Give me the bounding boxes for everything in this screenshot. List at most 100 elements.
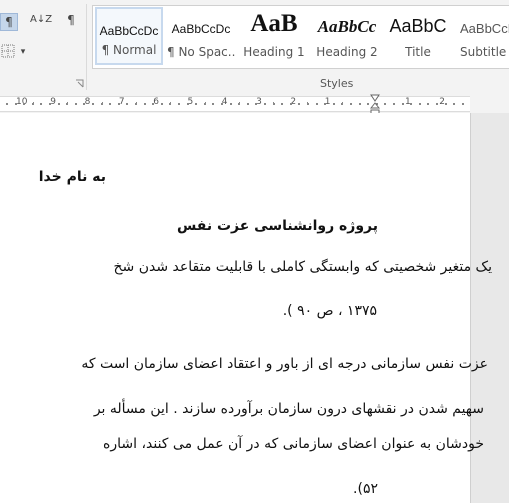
ruler-dot	[281, 103, 284, 105]
chevron-down-icon: ▾	[20, 47, 26, 57]
pilcrow-icon: ¶	[5, 15, 13, 29]
borders-icon	[1, 44, 15, 58]
styles-group-label: Styles	[320, 77, 354, 90]
ruler-dot	[255, 103, 258, 105]
ruler-number: 6	[153, 97, 159, 107]
ruler-dot	[401, 103, 404, 105]
ruler-dot	[169, 103, 172, 105]
paragraph-line: ۵۲).	[353, 481, 378, 497]
ruler-dot	[14, 103, 17, 105]
style-sample: AaBbCc	[317, 17, 377, 36]
ruler-dot	[126, 103, 129, 105]
paragraph-line: سهیم شدن در نقشهای درون سازمان برآورده س…	[93, 401, 484, 417]
style-sample: AaBbCcDc	[99, 24, 159, 38]
show-hide-marks-button[interactable]: ¶	[0, 13, 18, 31]
ruler-dot	[307, 103, 309, 105]
dialog-launcher-icon[interactable]	[75, 79, 84, 88]
style-no-spacing[interactable]: AaBbCcDc ¶ No Spac...	[167, 7, 235, 65]
ruler-dot	[212, 103, 215, 105]
borders-button[interactable]	[0, 44, 16, 60]
ruler-dot	[367, 103, 370, 105]
paragraph-line: عزت نفس سازمانی درجه ای از باور و اعتقاد…	[81, 356, 488, 372]
style-title[interactable]: AaBbC Title	[384, 7, 452, 65]
style-name: Heading 2	[316, 45, 378, 59]
ruler-dot	[178, 103, 180, 105]
ruler-dot	[461, 103, 464, 105]
style-name: ¶ No Spac...	[167, 45, 235, 59]
ruler-dot	[31, 103, 34, 105]
ruler-number: 4	[221, 97, 228, 107]
document-page[interactable]: به نام خدا پروژه روانشناسی عزت نفس یک مت…	[0, 113, 492, 503]
ruler-dot	[238, 103, 241, 105]
style-name: Subtitle	[460, 45, 507, 59]
ruler-dot	[289, 103, 292, 105]
ruler-number: 1	[405, 97, 411, 107]
ruler-number: 10	[16, 97, 28, 107]
ruler-dot	[350, 103, 352, 105]
ruler-dot	[57, 103, 60, 105]
style-heading-1[interactable]: AaB Heading 1	[239, 7, 309, 65]
ruler-dot	[203, 103, 206, 105]
ruler-dot	[332, 103, 335, 105]
ruler-dot	[195, 103, 198, 105]
style-name: Title	[405, 45, 431, 59]
paragraph-group: ¶ A↓Z ¶ ▾	[0, 0, 92, 92]
paragraph-line: ۱۳۷۵ ، ص ۹۰ ).	[282, 303, 377, 319]
ruler-dot	[384, 103, 387, 105]
paragraph-marks-button[interactable]: ¶	[64, 12, 78, 30]
ruler-dot	[135, 103, 137, 105]
ruler-dot	[272, 103, 275, 105]
ruler-number: 2	[439, 97, 446, 107]
ruler-number: 9	[50, 97, 57, 107]
ruler-dot	[92, 103, 94, 105]
ruler-dot	[264, 103, 266, 105]
ruler-number: 2	[290, 97, 297, 107]
style-sample: AaBbC	[389, 16, 447, 36]
ruler-number: 8	[84, 97, 91, 107]
ruler-dot	[221, 103, 223, 105]
ruler-dot	[229, 103, 232, 105]
ruler-dot	[358, 103, 361, 105]
ruler-dot	[160, 103, 163, 105]
ruler-dot	[74, 103, 77, 105]
ruler-dot	[6, 103, 8, 105]
ruler-dot	[143, 103, 146, 105]
style-normal[interactable]: AaBbCcDc ¶ Normal	[95, 7, 163, 65]
style-subtitle[interactable]: AaBbCcDc Subtitle	[454, 7, 509, 65]
ruler-dot	[341, 103, 344, 105]
styles-gallery: AaBbCcDc ¶ Normal AaBbCcDc ¶ No Spac... …	[92, 5, 509, 69]
style-heading-2[interactable]: AaBbCc Heading 2	[312, 7, 382, 65]
ruler-dot	[427, 103, 430, 105]
sort-button[interactable]: A↓Z	[30, 12, 52, 30]
ruler-dot	[40, 103, 43, 105]
ruler-dot	[186, 103, 189, 105]
ruler-dot	[453, 103, 456, 105]
ruler-dot	[117, 103, 120, 105]
ribbon: ¶ A↓Z ¶ ▾ AaBbCcDc ¶ Normal AaBbCcDc ¶ N…	[0, 0, 509, 93]
ruler-dot	[436, 103, 438, 105]
style-name: Heading 1	[243, 45, 305, 59]
sort-icon: A↓Z	[30, 14, 53, 25]
pilcrow-icon: ¶	[67, 13, 75, 27]
ruler-number: 3	[256, 97, 262, 107]
ruler-dot	[444, 103, 447, 105]
style-sample: AaBbCcDc	[460, 21, 509, 36]
style-name: ¶ Normal	[101, 43, 157, 57]
paragraph-line: خودشان به عنوان اعضای سازمانی که در آن ع…	[103, 436, 484, 452]
borders-dropdown[interactable]: ▾	[18, 44, 28, 60]
ruler-dot	[324, 103, 327, 105]
ruler-number: 5	[187, 97, 194, 107]
horizontal-ruler[interactable]: 10 9 8 7 6 5 4 3 2 1 1 2	[0, 96, 470, 112]
ruler-number: 1	[324, 97, 331, 107]
ruler-dot	[66, 103, 69, 105]
ruler-dot	[109, 103, 112, 105]
ruler-dot	[100, 103, 103, 105]
ruler-dot	[246, 103, 249, 105]
ruler-dot	[315, 103, 318, 105]
style-sample: AaB	[250, 10, 298, 37]
ruler-dot	[393, 103, 395, 105]
ruler-dot	[298, 103, 301, 105]
ruler-dot	[49, 103, 51, 105]
ruler-number: 7	[118, 97, 125, 107]
ruler-dot	[152, 103, 155, 105]
